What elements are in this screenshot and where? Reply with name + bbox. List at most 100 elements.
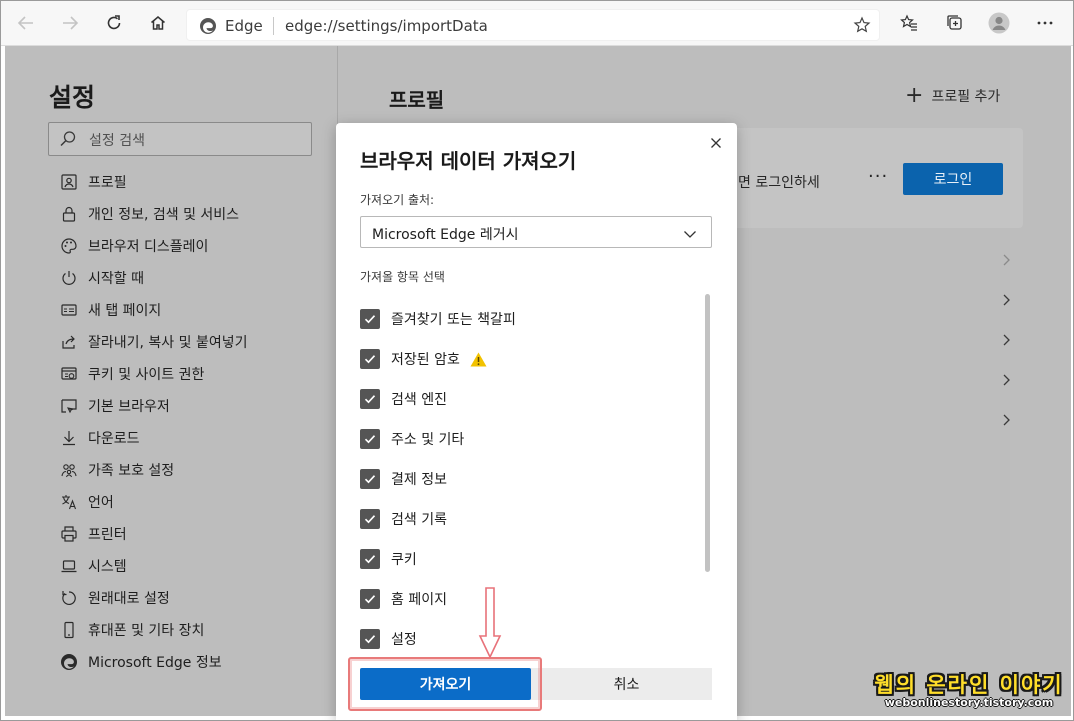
more-options-icon[interactable]: ··· <box>868 166 888 187</box>
download-icon <box>60 429 78 447</box>
address-bar[interactable]: Edge edge://settings/importData <box>186 9 880 41</box>
chevron-right-icon[interactable] <box>999 332 1013 346</box>
more-menu-icon[interactable] <box>1031 9 1059 37</box>
sidebar-item-label: 새 탭 페이지 <box>88 303 162 319</box>
import-source-value: Microsoft Edge 레거시 <box>372 227 519 243</box>
chevron-right-icon[interactable] <box>999 412 1013 426</box>
import-item-passwords[interactable]: 저장된 암호 <box>360 339 690 379</box>
page-title: 프로필 <box>389 88 445 112</box>
checkbox-checked[interactable] <box>360 549 380 569</box>
checkbox-label: 결제 정보 <box>391 472 447 488</box>
import-data-dialog: 브라우저 데이터 가져오기 가져오기 출처: Microsoft Edge 레거… <box>336 123 737 721</box>
edge-logo-icon <box>60 653 78 671</box>
dialog-scrollbar[interactable] <box>705 294 710 572</box>
sidebar-item-family[interactable]: 가족 보호 설정 <box>5 454 335 486</box>
url-text[interactable]: edge://settings/importData <box>285 17 488 35</box>
chevron-right-icon[interactable] <box>999 292 1013 306</box>
import-items-list: 즐겨찾기 또는 책갈피 저장된 암호 검색 엔진 주소 및 기타 결제 정보 검… <box>360 299 690 659</box>
sidebar-item-default-browser[interactable]: 기본 브라우저 <box>5 390 335 422</box>
chevron-right-icon[interactable] <box>999 252 1013 266</box>
collections-icon[interactable] <box>941 9 969 37</box>
checkbox-checked[interactable] <box>360 349 380 369</box>
profile-card-icon <box>60 173 78 191</box>
browser-brand: Edge <box>225 17 263 35</box>
checkbox-checked[interactable] <box>360 629 380 649</box>
checkbox-label: 즐겨찾기 또는 책갈피 <box>391 312 516 328</box>
sidebar-item-label: 쿠키 및 사이트 권한 <box>88 367 205 383</box>
palette-icon <box>60 237 78 255</box>
sidebar-item-new-tab[interactable]: 새 탭 페이지 <box>5 294 335 326</box>
sidebar-item-privacy[interactable]: 개인 정보, 검색 및 서비스 <box>5 198 335 230</box>
checkbox-checked[interactable] <box>360 589 380 609</box>
import-item-addresses[interactable]: 주소 및 기타 <box>360 419 690 459</box>
import-item-payment-info[interactable]: 결제 정보 <box>360 459 690 499</box>
sidebar-item-label: 원래대로 설정 <box>88 591 170 607</box>
reset-icon <box>60 589 78 607</box>
checkbox-checked[interactable] <box>360 469 380 489</box>
checkbox-label: 설정 <box>391 632 417 648</box>
settings-search-input[interactable]: 설정 검색 <box>48 122 312 156</box>
import-item-search-engines[interactable]: 검색 엔진 <box>360 379 690 419</box>
sidebar-item-about[interactable]: Microsoft Edge 정보 <box>5 646 335 678</box>
watermark-title: 웹의 온라인 이야기 <box>874 673 1064 697</box>
cancel-button[interactable]: 취소 <box>541 668 712 700</box>
sidebar-item-profile[interactable]: 프로필 <box>5 166 335 198</box>
sidebar-item-system[interactable]: 시스템 <box>5 550 335 582</box>
language-icon <box>60 493 78 511</box>
sidebar-item-label: 프린터 <box>88 527 127 543</box>
close-icon[interactable] <box>707 134 725 152</box>
sidebar-item-label: 기본 브라우저 <box>88 399 170 415</box>
import-item-favorites[interactable]: 즐겨찾기 또는 책갈피 <box>360 299 690 339</box>
sidebar-item-label: 시스템 <box>88 559 127 575</box>
share-icon <box>60 333 78 351</box>
sidebar-item-startup[interactable]: 시작할 때 <box>5 262 335 294</box>
add-profile-button[interactable]: + 프로필 추가 <box>905 83 1001 108</box>
checkbox-checked[interactable] <box>360 309 380 329</box>
plus-icon: + <box>905 83 924 108</box>
refresh-icon[interactable] <box>100 9 128 37</box>
checkbox-label: 저장된 암호 <box>391 352 460 368</box>
add-favorite-icon[interactable] <box>853 16 871 38</box>
browser-toolbar: Edge edge://settings/importData <box>0 0 1074 46</box>
sidebar-item-reset[interactable]: 원래대로 설정 <box>5 582 335 614</box>
sidebar-item-share[interactable]: 잘라내기, 복사 및 붙여넣기 <box>5 326 335 358</box>
sidebar-item-label: 잘라내기, 복사 및 붙여넣기 <box>88 335 248 351</box>
import-item-home-page[interactable]: 홈 페이지 <box>360 579 690 619</box>
items-label: 가져올 항목 선택 <box>360 270 445 284</box>
sidebar-item-appearance[interactable]: 브라우저 디스플레이 <box>5 230 335 262</box>
sidebar-item-languages[interactable]: 언어 <box>5 486 335 518</box>
search-placeholder: 설정 검색 <box>89 133 145 149</box>
sidebar-item-phone[interactable]: 휴대폰 및 기타 장치 <box>5 614 335 646</box>
sidebar-item-downloads[interactable]: 다운로드 <box>5 422 335 454</box>
watermark: 웹의 온라인 이야기 webonlinestory.tistory.com <box>870 674 1068 718</box>
phone-icon <box>60 621 78 639</box>
import-source-select[interactable]: Microsoft Edge 레거시 <box>360 216 712 248</box>
chevron-right-icon[interactable] <box>999 372 1013 386</box>
login-button[interactable]: 로그인 <box>903 163 1003 195</box>
add-profile-label: 프로필 추가 <box>931 89 1001 105</box>
power-icon <box>60 269 78 287</box>
forward-icon[interactable] <box>56 9 84 37</box>
checkbox-checked[interactable] <box>360 509 380 529</box>
sidebar-item-printers[interactable]: 프린터 <box>5 518 335 550</box>
highlight-box <box>348 657 542 711</box>
import-item-settings[interactable]: 설정 <box>360 619 690 659</box>
settings-nav: 프로필 개인 정보, 검색 및 서비스 브라우저 디스플레이 시작할 때 새 탭… <box>5 166 335 678</box>
checkbox-label: 홈 페이지 <box>391 592 447 608</box>
sidebar-item-label: 프로필 <box>88 175 127 191</box>
search-icon <box>59 130 77 152</box>
profile-avatar-icon[interactable] <box>985 9 1013 37</box>
sidebar-item-label: Microsoft Edge 정보 <box>88 655 222 671</box>
profile-card: 면 로그인하세 ··· 로그인 <box>705 128 1023 228</box>
checkbox-checked[interactable] <box>360 389 380 409</box>
sidebar-item-cookies[interactable]: 쿠키 및 사이트 권한 <box>5 358 335 390</box>
favorites-icon[interactable] <box>895 9 923 37</box>
checkbox-checked[interactable] <box>360 429 380 449</box>
sidebar-item-label: 시작할 때 <box>88 271 144 287</box>
import-item-cookies[interactable]: 쿠키 <box>360 539 690 579</box>
import-item-history[interactable]: 검색 기록 <box>360 499 690 539</box>
chevron-down-icon <box>683 226 697 245</box>
home-icon[interactable] <box>144 9 172 37</box>
back-icon[interactable] <box>12 9 40 37</box>
laptop-icon <box>60 557 78 575</box>
